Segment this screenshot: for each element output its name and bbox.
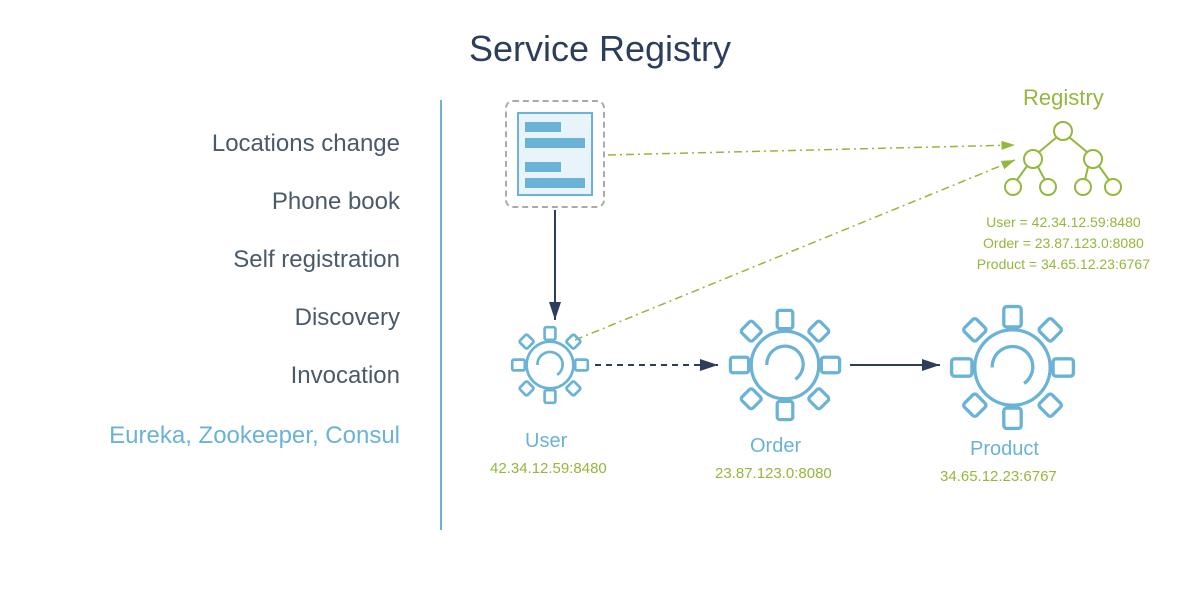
registry-label: Registry <box>977 85 1150 111</box>
vertical-divider <box>440 100 442 530</box>
registry-node: Registry User = 42.34.12.59:8480 Order =… <box>977 85 1150 275</box>
registry-entry-user: User = 42.34.12.59:8480 <box>977 212 1150 233</box>
registry-entry-product: Product = 34.65.12.23:6767 <box>977 254 1150 275</box>
document-icon <box>505 100 605 208</box>
service-label-product: Product <box>970 438 1039 461</box>
gear-icon-user <box>505 320 595 415</box>
service-label-order: Order <box>750 435 801 458</box>
sidebar-item-invocation: Invocation <box>0 362 400 390</box>
sidebar-item-phonebook: Phone book <box>0 188 400 216</box>
service-label-user: User <box>525 430 567 453</box>
registry-entry-order: Order = 23.87.123.0:8080 <box>977 233 1150 254</box>
sidebar-item-selfreg: Self registration <box>0 246 400 274</box>
tree-icon <box>993 119 1133 199</box>
gear-icon-order <box>720 300 850 435</box>
service-addr-user: 42.34.12.59:8480 <box>490 460 607 477</box>
gear-icon-product <box>940 295 1085 445</box>
sidebar: Locations change Phone book Self registr… <box>0 130 430 481</box>
service-addr-product: 34.65.12.23:6767 <box>940 468 1057 485</box>
registry-entries: User = 42.34.12.59:8480 Order = 23.87.12… <box>977 212 1150 275</box>
sidebar-item-locations: Locations change <box>0 130 400 158</box>
sidebar-item-tools: Eureka, Zookeeper, Consul <box>0 420 400 451</box>
sidebar-item-discovery: Discovery <box>0 304 400 332</box>
diagram-area: Registry User = 42.34.12.59:8480 Order =… <box>460 90 1180 560</box>
service-addr-order: 23.87.123.0:8080 <box>715 465 832 482</box>
page-title: Service Registry <box>469 28 731 70</box>
